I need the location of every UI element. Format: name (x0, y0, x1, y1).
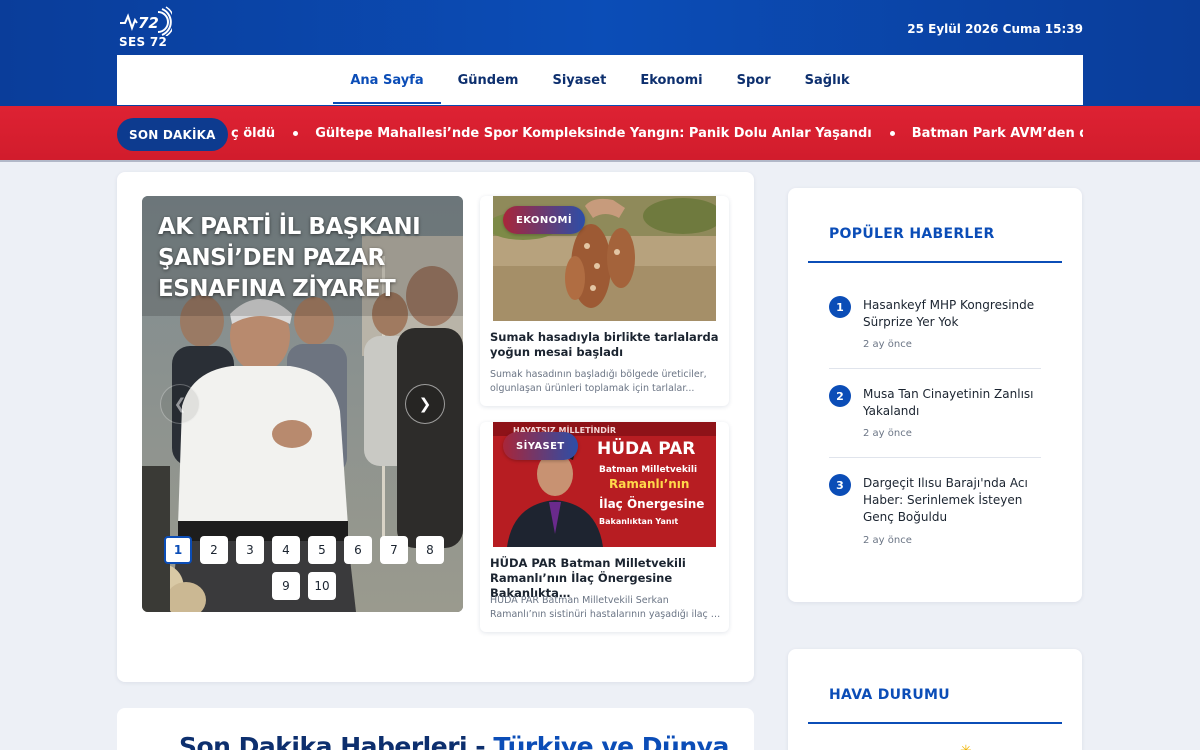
side-news-card[interactable]: HAYATSIZ MİLLETİNDİR HÜDA PAR Batman Mil… (480, 422, 729, 632)
graphic-line5: Bakanlıktan Yanıt (599, 517, 678, 526)
graphic-line3: Ramanlı’nın (609, 477, 689, 491)
divider (829, 457, 1041, 458)
chevron-left-icon: ❮ (173, 395, 187, 413)
slider-page-5[interactable]: 5 (308, 536, 336, 564)
graphic-line2: Batman Milletvekili (599, 465, 697, 475)
time-ago: 2 ay önce (863, 535, 912, 546)
title-underline (808, 722, 1062, 724)
slider-page-2[interactable]: 2 (200, 536, 228, 564)
time-ago: 2 ay önce (863, 428, 912, 439)
slider-next-button[interactable]: ❯ (405, 384, 445, 424)
nav-item-ekonomi[interactable]: Ekonomi (623, 55, 719, 105)
slider-pagination: 1 2 3 4 5 6 7 8 9 10 (162, 536, 446, 600)
news-summary: HÜDA PAR Batman Milletvekili Serkan Rama… (490, 595, 722, 620)
title-underline (808, 261, 1062, 263)
nav-item-spor[interactable]: Spor (720, 55, 788, 105)
section-title: Son Dakika Haberleri - Türkiye ve Dünya (179, 732, 729, 750)
slider-page-4[interactable]: 4 (272, 536, 300, 564)
ticker-track: ç öldü Gültepe Mahallesi’nde Spor Komple… (231, 106, 1083, 160)
news-thumbnail[interactable]: HAYATSIZ MİLLETİNDİR HÜDA PAR Batman Mil… (493, 422, 716, 547)
news-thumbnail[interactable]: EKONOMİ (493, 196, 716, 321)
graphic-line1: HÜDA PAR (597, 437, 695, 459)
logo-waves-icon: 72 (120, 6, 172, 36)
widget-title: HAVA DURUMU (829, 687, 950, 703)
slider-page-8[interactable]: 8 (416, 536, 444, 564)
ticker-item[interactable]: Gültepe Mahallesi’nde Spor Kompleksinde … (315, 126, 912, 141)
site-logo[interactable]: 72 SES 72 (118, 6, 172, 52)
category-badge-ekonomi[interactable]: EKONOMİ (503, 206, 585, 234)
side-news-card[interactable]: EKONOMİ Sumak hasadıyla birlikte tarlala… (480, 196, 729, 406)
divider (829, 368, 1041, 369)
logo-text: SES 72 (119, 35, 168, 49)
slider-page-10[interactable]: 10 (308, 572, 336, 600)
nav-item-gundem[interactable]: Gündem (441, 55, 536, 105)
rank-badge: 2 (829, 385, 851, 407)
logo-mark: 72 (138, 14, 159, 32)
breaking-news-ticker: SON DAKİKA ç öldü Gültepe Mahallesi’nde … (0, 106, 1200, 162)
ticker-item[interactable]: Batman Park AVM’den deprem bölgesin (912, 126, 1083, 141)
news-title[interactable]: Sumak hasadıyla birlikte tarlalarda yoğu… (490, 330, 722, 360)
popular-item-title[interactable]: Dargeçit Ilısu Barajı'nda Acı Haber: Seri… (863, 475, 1043, 526)
slider-page-9[interactable]: 9 (272, 572, 300, 600)
popular-news-widget: POPÜLER HABERLER 1 Hasankeyf MHP Kongres… (788, 188, 1082, 602)
slider-page-7[interactable]: 7 (380, 536, 408, 564)
breaking-news-badge: SON DAKİKA (117, 118, 228, 151)
nav-item-saglik[interactable]: Sağlık (788, 55, 867, 105)
bullet-icon (293, 130, 299, 136)
slider-prev-button[interactable]: ❮ (160, 384, 200, 424)
main-nav: Ana Sayfa Gündem Siyaset Ekonomi Spor Sa… (117, 55, 1083, 105)
ticker-item[interactable]: ç öldü (231, 126, 315, 141)
rank-badge: 1 (829, 296, 851, 318)
graphic-line4: İlaç Önergesine (599, 496, 704, 511)
time-ago: 2 ay önce (863, 339, 912, 350)
sun-icon: ✳ (960, 743, 972, 750)
slider-page-6[interactable]: 6 (344, 536, 372, 564)
nav-item-siyaset[interactable]: Siyaset (535, 55, 623, 105)
popular-item-title[interactable]: Hasankeyf MHP Kongresinde Sürprize Yer Yo… (863, 297, 1043, 331)
slider-page-1[interactable]: 1 (164, 536, 192, 564)
headline-slider[interactable]: AK PARTİ İL BAŞKANI ŞANSİ’DEN PAZAR ESNA… (142, 196, 463, 612)
nav-item-ana-sayfa[interactable]: Ana Sayfa (333, 55, 441, 105)
bullet-icon (889, 130, 895, 136)
category-badge-siyaset[interactable]: SİYASET (503, 432, 578, 460)
rank-badge: 3 (829, 474, 851, 496)
news-summary: Sumak hasadının başladığı bölgede üretic… (490, 369, 707, 394)
chevron-right-icon: ❯ (418, 395, 432, 413)
current-datetime: 25 Eylül 2026 Cuma 15:39 (907, 22, 1083, 36)
slide-title[interactable]: AK PARTİ İL BAŞKANI ŞANSİ’DEN PAZAR ESNA… (158, 212, 448, 305)
weather-widget: HAVA DURUMU ✳ (788, 649, 1082, 750)
slider-page-3[interactable]: 3 (236, 536, 264, 564)
site-header: 72 SES 72 25 Eylül 2026 Cuma 15:39 Ana S… (0, 0, 1200, 106)
latest-news-section: Son Dakika Haberleri - Türkiye ve Dünya (117, 708, 754, 750)
widget-title: POPÜLER HABERLER (829, 226, 995, 242)
popular-item-title[interactable]: Musa Tan Cinayetinin Zanlısı Yakalandı (863, 386, 1043, 420)
headline-card: AK PARTİ İL BAŞKANI ŞANSİ’DEN PAZAR ESNA… (117, 172, 754, 682)
